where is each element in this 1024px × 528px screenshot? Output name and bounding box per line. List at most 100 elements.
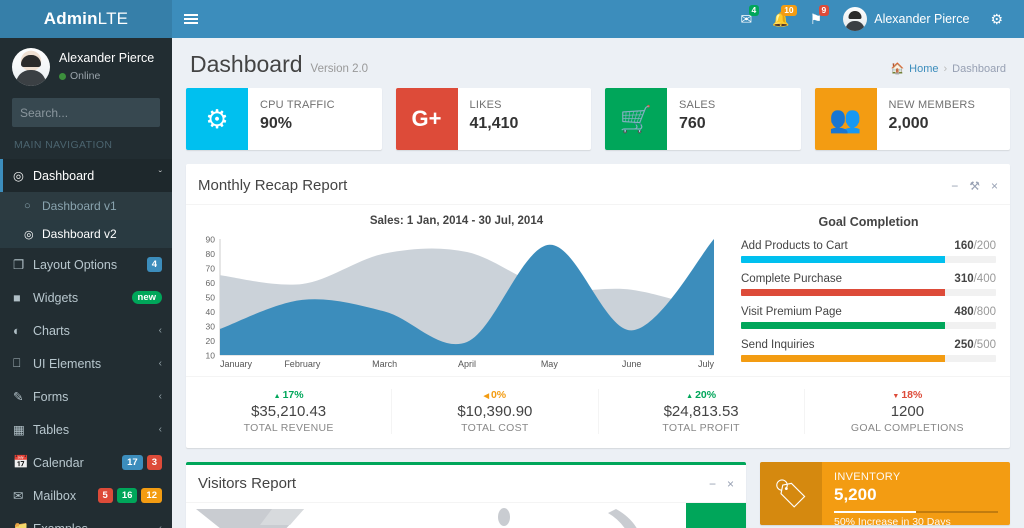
sidebar-item-layout-options[interactable]: ❐ Layout Options 4	[0, 248, 172, 281]
goal-total: /200	[973, 240, 996, 252]
sidebar-item-examples[interactable]: 📁 Examples ‹	[0, 512, 172, 528]
sidebar-treeview-dashboard: ○ Dashboard v1 ◎ Dashboard v2	[0, 192, 172, 248]
svg-text:20: 20	[206, 336, 216, 346]
sidebar: AdminLTE Alexander Pierce Online 🔍 MAIN …	[0, 0, 172, 528]
breadcrumb: 🏠 Home › Dashboard	[890, 62, 1006, 76]
svg-text:May: May	[541, 359, 559, 369]
sales-chart-column: Sales: 1 Jan, 2014 - 30 Jul, 2014 10 20 30…	[186, 215, 731, 372]
sidebar-item-mailbox[interactable]: ✉ Mailbox 5 16 12	[0, 479, 172, 512]
goal-progress-bar	[741, 256, 996, 263]
svg-text:70: 70	[206, 264, 216, 274]
chart-title: Sales: 1 Jan, 2014 - 30 Jul, 2014	[369, 215, 544, 227]
table-icon: ▦	[13, 423, 25, 437]
gear-icon: ⚙	[186, 88, 248, 150]
navbar-user-name: Alexander Pierce	[874, 12, 970, 26]
world-map-svg	[196, 503, 746, 528]
stat-number: 1200	[890, 403, 925, 420]
close-icon[interactable]: ×	[991, 179, 998, 193]
svg-text:10: 10	[206, 351, 216, 361]
sidebar-item-tables[interactable]: ▦ Tables ‹	[0, 413, 172, 446]
goal-item-visit-premium-page: Visit Premium Page 480/800	[741, 306, 996, 329]
stat-label: TOTAL COST	[461, 422, 529, 434]
navbar-right: ✉ 4 🔔 10 ⚑ 9 Alexander Pierce ⚙	[732, 0, 1013, 38]
sidebar-item-widgets[interactable]: ■ Widgets new	[0, 281, 172, 314]
goal-label: Visit Premium Page	[741, 306, 842, 318]
svg-text:80: 80	[206, 249, 216, 259]
search-input[interactable]	[20, 105, 172, 120]
stat-number: $35,210.43	[251, 403, 327, 420]
sidebar-item-ui-elements[interactable]: ⎕ UI Elements ‹	[0, 347, 172, 380]
top-navbar: ✉ 4 🔔 10 ⚑ 9 Alexander Pierce ⚙	[172, 0, 1024, 38]
tasks-menu[interactable]: ⚑ 9	[801, 0, 832, 38]
sidebar-item-dashboard[interactable]: ◎ Dashboard ˇ	[0, 159, 172, 192]
brand-logo[interactable]: Admin LTE	[0, 0, 172, 38]
breadcrumb-home[interactable]: Home	[909, 63, 938, 75]
goal-progress-fill	[741, 322, 945, 329]
info-box-row: ⚙ CPU TRAFFIC 90% G+ LIKES 41,410 🛒 SALE…	[186, 88, 1010, 150]
inventory-widget[interactable]: 🏷 INVENTORY 5,200 50% Increase in 30 Day…	[760, 462, 1010, 525]
sidebar-search: 🔍	[0, 98, 172, 127]
stat-number: $10,390.90	[457, 403, 533, 420]
dashboard-icon: ◎	[13, 169, 24, 183]
brand-bold: Admin	[43, 9, 98, 28]
inventory-text: INVENTORY	[834, 471, 901, 483]
panel-title: Monthly Recap Report	[198, 177, 348, 194]
messages-menu[interactable]: ✉ 4	[732, 0, 762, 38]
svg-text:January: January	[220, 359, 253, 369]
main-area: ✉ 4 🔔 10 ⚑ 9 Alexander Pierce ⚙ Dashboar…	[172, 0, 1024, 528]
sales-chart-svg: 10 20 30 40 50 60 70 80 90 January February March Ap…	[206, 235, 715, 370]
badge-widgets-new: new	[131, 290, 162, 305]
collapse-icon[interactable]: −	[951, 179, 958, 193]
badge-mailbox-red: 5	[97, 487, 113, 504]
sidebar-item-forms[interactable]: ✎ Forms ‹	[0, 380, 172, 413]
svg-text:February: February	[284, 359, 321, 369]
stat-percent: 17%	[186, 389, 391, 401]
sidebar-user-status: Online	[59, 69, 154, 83]
stat-percent: 0%	[392, 389, 597, 401]
info-box-cpu-traffic[interactable]: ⚙ CPU TRAFFIC 90%	[186, 88, 382, 150]
sidebar-item-label: Forms	[33, 389, 69, 404]
collapse-icon[interactable]: −	[709, 477, 716, 491]
sidebar-item-calendar[interactable]: 📅 Calendar 17 3	[0, 446, 172, 479]
content: ⚙ CPU TRAFFIC 90% G+ LIKES 41,410 🛒 SALE…	[172, 88, 1024, 528]
edit-icon: ✎	[13, 390, 24, 404]
hamburger-icon[interactable]	[172, 0, 210, 38]
info-box-new-members[interactable]: 👥 NEW MEMBERS 2,000	[814, 88, 1010, 150]
sidebar-user-panel: Alexander Pierce Online	[0, 38, 172, 98]
goal-completion-column: Goal Completion Add Products to Cart 160…	[731, 215, 1010, 372]
sidebar-item-dashboard-v2[interactable]: ◎ Dashboard v2	[0, 220, 172, 248]
sidebar-user-status-label: Online	[70, 70, 101, 83]
info-box-likes[interactable]: G+ LIKES 41,410	[395, 88, 591, 150]
grid-icon: ■	[13, 290, 21, 305]
chevron-down-icon: ˇ	[158, 170, 162, 181]
notifications-menu[interactable]: 🔔 10	[763, 0, 798, 38]
sidebar-item-dashboard-v1[interactable]: ○ Dashboard v1	[0, 192, 172, 220]
goal-label: Send Inquiries	[741, 339, 815, 351]
recap-footer-stats: 17% $35,210.43 TOTAL REVENUE 0% $10,390.…	[186, 376, 1010, 448]
visitors-report-panel: Visitors Report − ×	[186, 462, 746, 528]
sales-area-chart: 10 20 30 40 50 60 70 80 90 January February March Ap…	[190, 235, 723, 370]
goal-item-add-products-to-cart: Add Products to Cart 160/200	[741, 240, 996, 263]
search-box[interactable]: 🔍	[12, 98, 172, 127]
sidebar-user-name: Alexander Pierce	[59, 51, 155, 66]
goal-item-send-inquiries: Send Inquiries 250/500	[741, 339, 996, 362]
sidebar-item-charts[interactable]: ◐ Charts ‹	[0, 314, 172, 347]
user-menu[interactable]: Alexander Pierce	[833, 7, 979, 31]
stat-total-profit: 20% $24,813.53 TOTAL PROFIT	[599, 389, 805, 434]
users-icon: 👥	[814, 88, 877, 150]
control-sidebar-toggle[interactable]: ⚙	[981, 0, 1012, 38]
home-icon: 🏠	[890, 63, 905, 75]
sidebar-item-label: Tables	[33, 422, 70, 437]
info-box-sales[interactable]: 🛒 SALES 760	[605, 88, 801, 150]
wrench-icon[interactable]: ⚒	[969, 179, 980, 193]
page-subtitle: Version 2.0	[310, 63, 369, 75]
svg-text:30: 30	[206, 322, 216, 332]
shopping-cart-icon: 🛒	[605, 88, 667, 150]
goal-progress-fill	[741, 256, 945, 263]
badge-mailbox-yellow: 12	[141, 487, 162, 504]
brand-light: LTE	[97, 9, 129, 28]
laptop-icon: ⎕	[13, 356, 21, 370]
sidebar-item-label: Layout Options	[33, 257, 118, 272]
sidebar-item-label: Calendar	[33, 455, 84, 470]
close-icon[interactable]: ×	[727, 477, 734, 491]
